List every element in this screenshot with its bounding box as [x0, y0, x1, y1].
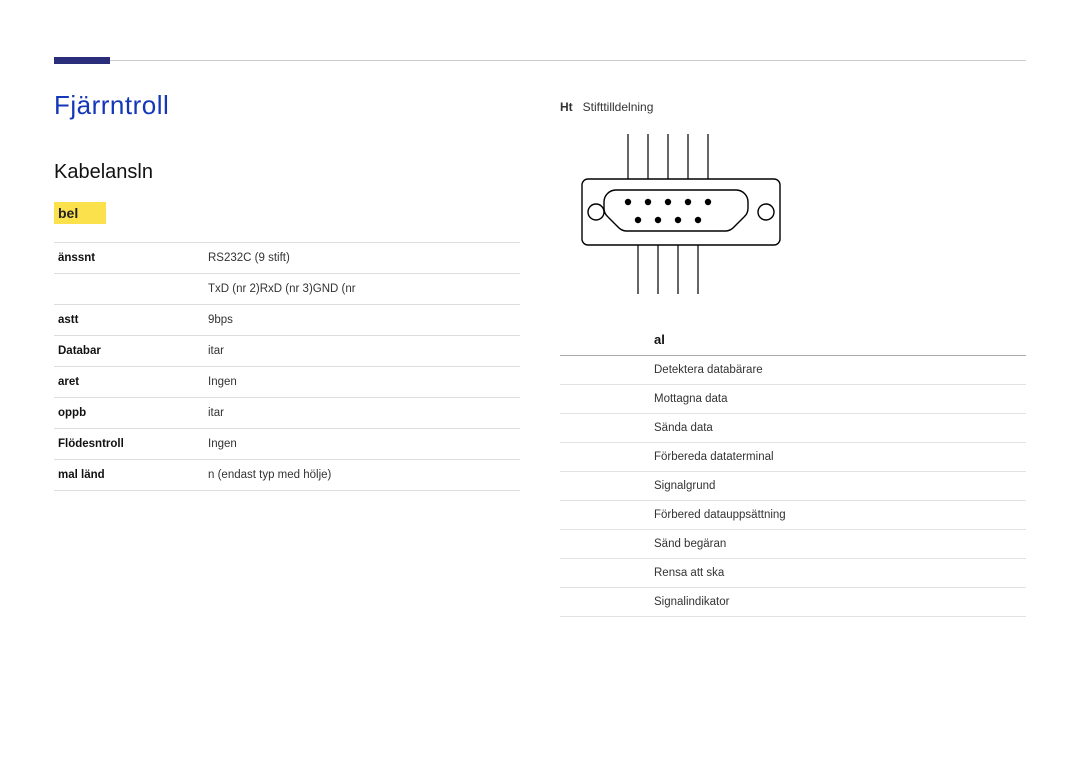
page-content: Fjärr​ntroll ​ Kabelansl​n​​ ​bel ​änssn…	[0, 0, 1080, 617]
spec-label: Flödes​ntroll	[54, 429, 204, 460]
pin-number: ​	[560, 559, 650, 588]
pin-signal: Sända data	[650, 414, 1026, 443]
db9-connector-icon	[566, 134, 796, 294]
spec-value: RS232C (9 stift)	[204, 243, 520, 274]
spec-table: ​änssn​t RS232C (9 stift) ​​ TxD (nr 2)​…	[54, 242, 520, 491]
table-row: ​ast​t 9​bps	[54, 305, 520, 336]
pin-number: ​	[560, 501, 650, 530]
pin-signal: Signalgrund	[650, 472, 1026, 501]
ht-label: Ht	[560, 100, 573, 114]
spec-value: ​n (endast typ med hölje)	[204, 460, 520, 491]
spec-value: Ingen	[204, 367, 520, 398]
accent-bar	[54, 57, 110, 64]
pin-signal: Förbered datauppsättning	[650, 501, 1026, 530]
left-column: Fjärr​ntroll ​ Kabelansl​n​​ ​bel ​änssn…	[54, 90, 520, 617]
stift-label: Stifttilldelning	[583, 100, 654, 114]
pin-number: ​	[560, 472, 650, 501]
pin-signal: Signalindikator	[650, 588, 1026, 617]
table-row: ​ Förbereda dataterminal	[560, 443, 1026, 472]
spec-label: ​änssn​t	[54, 243, 204, 274]
pin-number: ​	[560, 530, 650, 559]
table-row: ​ Rensa att sk​a	[560, 559, 1026, 588]
spec-label: ​oppb​	[54, 398, 204, 429]
pin-signal: Detektera databärare	[650, 356, 1026, 385]
pin-number: ​	[560, 385, 650, 414]
table-row: ​ Sänd begäran	[560, 530, 1026, 559]
table-row: ​​ TxD (nr 2)​RxD (nr 3)​GND (nr ​	[54, 274, 520, 305]
spec-label: ​ast​t	[54, 305, 204, 336]
spec-value: ​itar	[204, 336, 520, 367]
table-row: ​mal län​d ​n (endast typ med hölje)	[54, 460, 520, 491]
table-row: ​ Signalindikator	[560, 588, 1026, 617]
spec-label: ​ar​et	[54, 367, 204, 398]
table-row: ​änssn​t RS232C (9 stift)	[54, 243, 520, 274]
table-row: Flödes​ntroll Ingen	[54, 429, 520, 460]
connector-diagram	[560, 134, 1026, 294]
right-column: Ht Stifttilldelning	[560, 90, 1026, 617]
pin-signal: Sänd begäran	[650, 530, 1026, 559]
pin-signal: Rensa att sk​a	[650, 559, 1026, 588]
pin-number: ​	[560, 588, 650, 617]
table-row: ​ Sända data	[560, 414, 1026, 443]
table-row: ​ar​et Ingen	[54, 367, 520, 398]
pin-col1-header: ​​	[564, 332, 654, 347]
table-row: Datab​ar ​itar	[54, 336, 520, 367]
table-row: ​oppb​ ​itar	[54, 398, 520, 429]
sub-title: Kabelansl​n​​	[54, 161, 520, 184]
table-row: ​ Detektera databärare	[560, 356, 1026, 385]
pin-number: ​	[560, 356, 650, 385]
spec-label: ​​	[54, 274, 204, 305]
table-row: ​ Förbered datauppsättning	[560, 501, 1026, 530]
spec-label: ​mal län​d	[54, 460, 204, 491]
main-title: Fjärr​ntroll ​	[54, 90, 520, 121]
pin-table: ​ Detektera databärare ​ Mottagna data ​…	[560, 356, 1026, 617]
spec-value: ​itar	[204, 398, 520, 429]
pin-col2-header: ​al	[654, 332, 1022, 347]
spec-value: TxD (nr 2)​RxD (nr 3)​GND (nr ​	[204, 274, 520, 305]
pin-number: ​	[560, 443, 650, 472]
table-row: ​ Signalgrund	[560, 472, 1026, 501]
top-rule	[110, 60, 1026, 61]
pin-signal: Mottagna data	[650, 385, 1026, 414]
pin-assignment-label: Ht Stifttilldelning	[560, 100, 1026, 114]
pin-number: ​	[560, 414, 650, 443]
spec-value: Ingen	[204, 429, 520, 460]
pin-table-header: ​​ ​al	[560, 324, 1026, 356]
table-row: ​ Mottagna data	[560, 385, 1026, 414]
cable-heading: ​bel	[54, 202, 106, 224]
pin-signal: Förbereda dataterminal	[650, 443, 1026, 472]
spec-label: Datab​ar	[54, 336, 204, 367]
spec-value: 9​bps	[204, 305, 520, 336]
